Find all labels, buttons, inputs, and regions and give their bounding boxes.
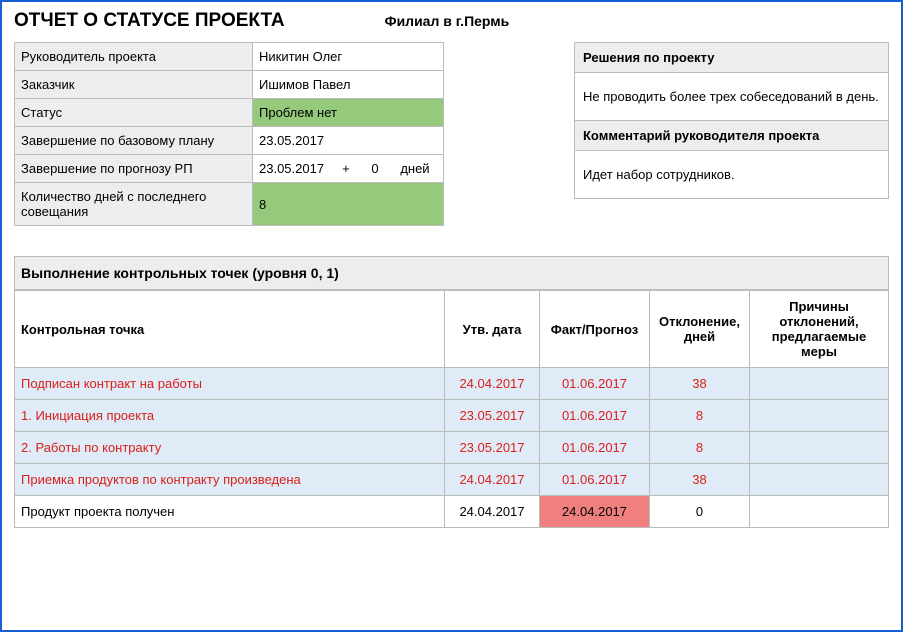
- cell-deviation: 8: [650, 400, 750, 432]
- cell-deviation: 38: [650, 464, 750, 496]
- cell-reasons: [750, 400, 889, 432]
- value-baseline-end: 23.05.2017: [253, 127, 444, 155]
- decisions-header: Решения по проекту: [575, 43, 888, 73]
- comment-header: Комментарий руководителя проекта: [575, 121, 888, 151]
- forecast-sign: +: [342, 161, 350, 176]
- value-status: Проблем нет: [253, 99, 444, 127]
- cell-reasons: [750, 464, 889, 496]
- cell-reasons: [750, 496, 889, 528]
- project-info-table: Руководитель проекта Никитин Олег Заказч…: [14, 42, 444, 226]
- table-row: 2. Работы по контракту23.05.201701.06.20…: [15, 432, 889, 464]
- value-days-since: 8: [253, 183, 444, 226]
- cell-fact: 24.04.2017: [540, 496, 650, 528]
- cell-name: Подписан контракт на работы: [15, 368, 445, 400]
- label-manager: Руководитель проекта: [15, 43, 253, 71]
- branch-name: Филиал в г.Пермь: [385, 13, 510, 29]
- report-header: ОТЧЕТ О СТАТУСЕ ПРОЕКТА Филиал в г.Пермь: [14, 10, 889, 32]
- cell-name: Продукт проекта получен: [15, 496, 445, 528]
- label-status: Статус: [15, 99, 253, 127]
- cell-approved: 23.05.2017: [445, 400, 540, 432]
- decisions-body: Не проводить более трех собеседований в …: [575, 73, 888, 120]
- cell-approved: 24.04.2017: [445, 464, 540, 496]
- report-title: ОТЧЕТ О СТАТУСЕ ПРОЕКТА: [14, 10, 285, 32]
- cell-approved: 23.05.2017: [445, 432, 540, 464]
- forecast-delta: 0: [371, 161, 378, 176]
- cell-fact: 01.06.2017: [540, 400, 650, 432]
- cell-deviation: 8: [650, 432, 750, 464]
- project-info-block: Руководитель проекта Никитин Олег Заказч…: [14, 42, 444, 226]
- cell-name: Приемка продуктов по контракту произведе…: [15, 464, 445, 496]
- milestones-section-title: Выполнение контрольных точек (уровня 0, …: [14, 256, 889, 290]
- table-row: Подписан контракт на работы24.04.201701.…: [15, 368, 889, 400]
- forecast-unit: дней: [400, 161, 429, 176]
- cell-reasons: [750, 432, 889, 464]
- comment-box: Комментарий руководителя проекта Идет на…: [574, 121, 889, 199]
- cell-approved: 24.04.2017: [445, 368, 540, 400]
- upper-section: Руководитель проекта Никитин Олег Заказч…: [14, 42, 889, 226]
- table-row: Приемка продуктов по контракту произведе…: [15, 464, 889, 496]
- label-baseline-end: Завершение по базовому плану: [15, 127, 253, 155]
- forecast-date: 23.05.2017: [259, 161, 324, 176]
- cell-fact: 01.06.2017: [540, 432, 650, 464]
- cell-fact: 01.06.2017: [540, 464, 650, 496]
- cell-reasons: [750, 368, 889, 400]
- value-forecast-end: 23.05.2017 + 0 дней: [253, 155, 444, 183]
- col-approved: Утв. дата: [445, 291, 540, 368]
- label-forecast-end: Завершение по прогнозу РП: [15, 155, 253, 183]
- table-row: 1. Инициация проекта23.05.201701.06.2017…: [15, 400, 889, 432]
- report-page: ОТЧЕТ О СТАТУСЕ ПРОЕКТА Филиал в г.Пермь…: [0, 0, 903, 632]
- label-customer: Заказчик: [15, 71, 253, 99]
- cell-name: 2. Работы по контракту: [15, 432, 445, 464]
- decisions-box: Решения по проекту Не проводить более тр…: [574, 42, 889, 121]
- comment-body: Идет набор сотрудников.: [575, 151, 888, 198]
- cell-deviation: 0: [650, 496, 750, 528]
- col-reasons: Причины отклонений, предлагаемые меры: [750, 291, 889, 368]
- cell-approved: 24.04.2017: [445, 496, 540, 528]
- cell-fact: 01.06.2017: [540, 368, 650, 400]
- right-panel: Решения по проекту Не проводить более тр…: [574, 42, 889, 226]
- col-deviation: Отклонение, дней: [650, 291, 750, 368]
- label-days-since: Количество дней с последнего совещания: [15, 183, 253, 226]
- cell-deviation: 38: [650, 368, 750, 400]
- cell-name: 1. Инициация проекта: [15, 400, 445, 432]
- col-fact: Факт/Прогноз: [540, 291, 650, 368]
- col-name: Контрольная точка: [15, 291, 445, 368]
- value-manager: Никитин Олег: [253, 43, 444, 71]
- milestones-table: Контрольная точка Утв. дата Факт/Прогноз…: [14, 290, 889, 528]
- table-row: Продукт проекта получен24.04.201724.04.2…: [15, 496, 889, 528]
- value-customer: Ишимов Павел: [253, 71, 444, 99]
